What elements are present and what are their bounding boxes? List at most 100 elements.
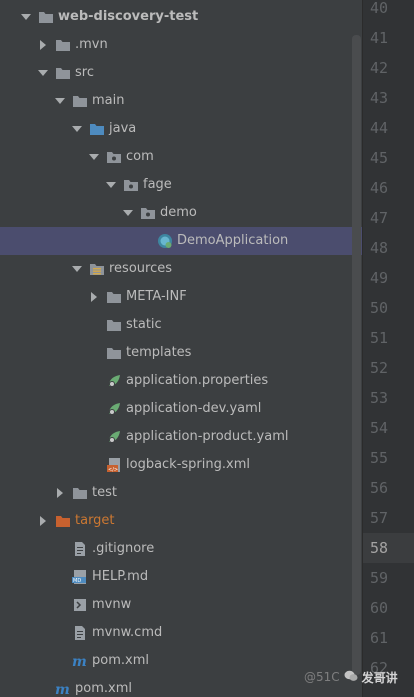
- line-number: 43: [370, 89, 389, 107]
- line-number: 40: [370, 0, 389, 17]
- tree-item-static[interactable]: static: [0, 311, 362, 339]
- tree-item-target[interactable]: target: [0, 507, 362, 535]
- tree-item-src[interactable]: src: [0, 59, 362, 87]
- line-number: 48: [370, 239, 389, 257]
- line-number: 53: [370, 389, 389, 407]
- chevron-down-icon[interactable]: [20, 11, 32, 23]
- wechat-icon: [344, 670, 358, 685]
- svg-text:MD: MD: [73, 578, 81, 584]
- tree-item-resources[interactable]: resources: [0, 255, 362, 283]
- project-tree: web-discovery-test .mvn src main java com fage…: [0, 0, 362, 697]
- resources-folder-icon: [89, 261, 105, 277]
- tree-item-label: templates: [126, 345, 192, 360]
- tree-item-label: web-discovery-test: [58, 9, 199, 24]
- chevron-right-icon[interactable]: [88, 291, 100, 303]
- line-number: 57: [370, 509, 389, 527]
- tree-item-label: logback-spring.xml: [126, 457, 250, 472]
- folder-icon: [72, 93, 88, 109]
- package-icon: [140, 205, 156, 221]
- tree-item-fage[interactable]: fage: [0, 171, 362, 199]
- tree-item-mvnw[interactable]: mvnw: [0, 591, 362, 619]
- chevron-down-icon[interactable]: [88, 151, 100, 163]
- tree-item-application-product-yaml[interactable]: application-product.yaml: [0, 423, 362, 451]
- tree-item-demoapplication[interactable]: DemoApplication: [0, 227, 362, 255]
- script-file-icon: [72, 597, 88, 613]
- chevron-down-icon[interactable]: [105, 179, 117, 191]
- line-number: 61: [370, 629, 389, 647]
- line-number: 58: [363, 533, 414, 563]
- chevron-right-icon[interactable]: [37, 39, 49, 51]
- watermark-site: @51C: [304, 670, 340, 684]
- tree-item-application-dev-yaml[interactable]: application-dev.yaml: [0, 395, 362, 423]
- line-number: 59: [370, 569, 389, 587]
- tree-item-mvnw-cmd[interactable]: mvnw.cmd: [0, 619, 362, 647]
- folder-icon: [106, 345, 122, 361]
- tree-item-label: test: [92, 485, 117, 500]
- tree-item-meta-inf[interactable]: META-INF: [0, 283, 362, 311]
- line-number: 55: [370, 449, 389, 467]
- svg-text:</>: </>: [108, 467, 118, 473]
- tree-item-mvn[interactable]: .mvn: [0, 31, 362, 59]
- line-number: 60: [370, 599, 389, 617]
- tree-item-label: application-dev.yaml: [126, 401, 262, 416]
- tree-item-main[interactable]: main: [0, 87, 362, 115]
- text-file-icon: [72, 625, 88, 641]
- tree-scrollbar[interactable]: [352, 35, 361, 675]
- tree-item-test[interactable]: test: [0, 479, 362, 507]
- tree-item-gitignore[interactable]: .gitignore: [0, 535, 362, 563]
- tree-item-label: .gitignore: [92, 541, 155, 556]
- text-file-icon: [72, 541, 88, 557]
- tree-item-label: pom.xml: [75, 681, 132, 696]
- line-number: 44: [370, 119, 389, 137]
- line-number: 56: [370, 479, 389, 497]
- svg-text:m: m: [72, 654, 87, 669]
- line-number: 45: [370, 149, 389, 167]
- chevron-right-icon[interactable]: [54, 487, 66, 499]
- spring-config-icon: [106, 373, 122, 389]
- chevron-down-icon[interactable]: [71, 123, 83, 135]
- chevron-down-icon[interactable]: [122, 207, 134, 219]
- line-number: 42: [370, 59, 389, 77]
- source-folder-icon: [89, 121, 105, 137]
- tree-item-label: fage: [143, 177, 172, 192]
- tree-item-demo[interactable]: demo: [0, 199, 362, 227]
- tree-item-label: .mvn: [75, 37, 108, 52]
- chevron-down-icon[interactable]: [37, 67, 49, 79]
- tree-item-web-discovery-test[interactable]: web-discovery-test: [0, 3, 362, 31]
- tree-item-logback-spring-xml[interactable]: </> logback-spring.xml: [0, 451, 362, 479]
- folder-icon: [106, 317, 122, 333]
- package-icon: [106, 149, 122, 165]
- tree-item-java[interactable]: java: [0, 115, 362, 143]
- line-number: 47: [370, 209, 389, 227]
- tree-item-templates[interactable]: templates: [0, 339, 362, 367]
- tree-item-label: pom.xml: [92, 653, 149, 668]
- spring-config-icon: [106, 401, 122, 417]
- tree-item-application-properties[interactable]: application.properties: [0, 367, 362, 395]
- line-number: 41: [370, 29, 389, 47]
- tree-item-label: static: [126, 317, 162, 332]
- tree-item-label: demo: [160, 205, 197, 220]
- chevron-down-icon[interactable]: [71, 263, 83, 275]
- line-number: 46: [370, 179, 389, 197]
- line-number: 52: [370, 359, 389, 377]
- line-number: 51: [370, 329, 389, 347]
- svg-text:m: m: [55, 682, 70, 697]
- folder-icon: [55, 37, 71, 53]
- tree-item-label: application.properties: [126, 373, 269, 388]
- folder-icon: [55, 65, 71, 81]
- tree-item-label: HELP.md: [92, 569, 149, 584]
- tree-item-label: src: [75, 65, 94, 80]
- module-folder-icon: [38, 9, 54, 25]
- tree-item-label: META-INF: [126, 289, 187, 304]
- tree-item-com[interactable]: com: [0, 143, 362, 171]
- chevron-right-icon[interactable]: [37, 515, 49, 527]
- chevron-down-icon[interactable]: [54, 95, 66, 107]
- editor-line-gutter: 40 41 42 43 44 45 46 47 48 49 50 51 52 53 54 55 56 57 58 59…: [362, 0, 414, 697]
- tree-item-label: mvnw: [92, 597, 132, 612]
- maven-file-icon: m: [55, 681, 71, 697]
- maven-file-icon: m: [72, 653, 88, 669]
- watermark: @51C 发哥讲: [304, 666, 398, 688]
- tree-item-help-md[interactable]: MD HELP.md: [0, 563, 362, 591]
- tree-item-label: main: [92, 93, 125, 108]
- tree-item-label: target: [75, 513, 115, 528]
